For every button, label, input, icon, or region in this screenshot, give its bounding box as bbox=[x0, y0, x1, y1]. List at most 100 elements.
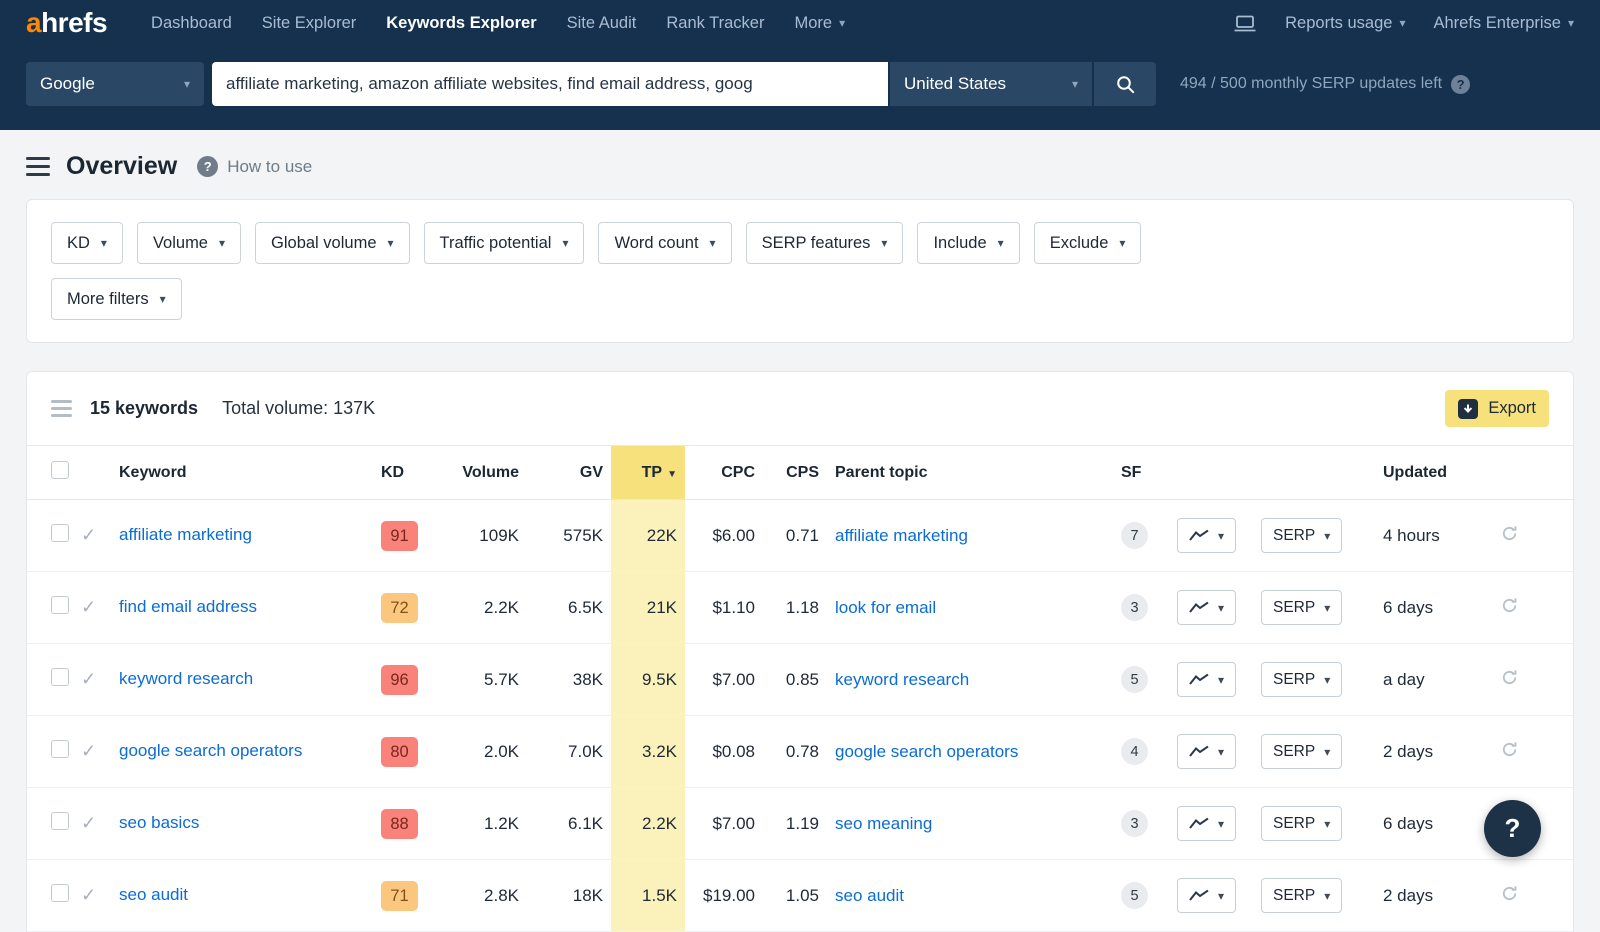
keyword-link[interactable]: affiliate marketing bbox=[119, 524, 252, 547]
nav-item-site-explorer[interactable]: Site Explorer bbox=[262, 14, 356, 33]
cps-cell: 0.78 bbox=[763, 716, 827, 788]
refresh-cell bbox=[1493, 500, 1573, 572]
cpc-cell: $1.10 bbox=[685, 572, 763, 644]
keyword-row: ✓ affiliate marketing 91 109K 575K 22K $… bbox=[27, 500, 1573, 572]
nav-item-rank-tracker[interactable]: Rank Tracker bbox=[666, 14, 764, 33]
position-history-button[interactable]: ▾ bbox=[1177, 590, 1236, 625]
help-icon[interactable]: ? bbox=[1451, 75, 1470, 94]
refresh-icon[interactable] bbox=[1501, 525, 1518, 542]
row-checkbox[interactable] bbox=[51, 884, 69, 902]
row-select-cell bbox=[27, 860, 73, 932]
filter-volume[interactable]: Volume▾ bbox=[137, 222, 241, 264]
filter-exclude[interactable]: Exclude▾ bbox=[1034, 222, 1142, 264]
refresh-cell bbox=[1493, 716, 1573, 788]
col-tp-sort[interactable]: TP▼ bbox=[611, 446, 685, 500]
top-header: ahrefs Dashboard Site Explorer Keywords Ex… bbox=[0, 0, 1600, 130]
sf-cell: 5 bbox=[1113, 644, 1169, 716]
nav-item-site-audit[interactable]: Site Audit bbox=[567, 14, 637, 33]
refresh-icon[interactable] bbox=[1501, 741, 1518, 758]
filters-row-2: More filters▾ bbox=[51, 278, 1549, 320]
refresh-icon[interactable] bbox=[1501, 669, 1518, 686]
help-fab-button[interactable]: ? bbox=[1484, 800, 1541, 857]
chevron-down-icon: ▾ bbox=[1218, 673, 1224, 687]
kd-badge: 72 bbox=[381, 593, 418, 623]
sf-cell: 7 bbox=[1113, 500, 1169, 572]
position-history-button[interactable]: ▾ bbox=[1177, 878, 1236, 913]
serp-button[interactable]: SERP ▾ bbox=[1261, 590, 1342, 625]
parent-topic-cell: seo meaning bbox=[827, 788, 1113, 860]
serp-button[interactable]: SERP ▾ bbox=[1261, 662, 1342, 697]
col-kd: KD bbox=[373, 446, 435, 500]
filter-global-volume[interactable]: Global volume▾ bbox=[255, 222, 410, 264]
chart-cell: ▾ bbox=[1169, 860, 1253, 932]
country-select[interactable]: United States▾ bbox=[890, 62, 1092, 106]
page-head: Overview ? How to use bbox=[26, 130, 1574, 199]
keyword-link[interactable]: seo basics bbox=[119, 812, 199, 835]
chevron-down-icon: ▾ bbox=[1218, 529, 1224, 543]
search-button[interactable] bbox=[1094, 62, 1156, 106]
serp-cell: SERP ▾ bbox=[1253, 500, 1375, 572]
nav-ahrefs-enterprise[interactable]: Ahrefs Enterprise▾ bbox=[1433, 14, 1574, 33]
row-checkbox[interactable] bbox=[51, 524, 69, 542]
chart-cell: ▾ bbox=[1169, 500, 1253, 572]
filter-kd[interactable]: KD▾ bbox=[51, 222, 123, 264]
keyword-link[interactable]: find email address bbox=[119, 596, 257, 619]
refresh-icon[interactable] bbox=[1501, 885, 1518, 902]
serp-label: SERP bbox=[1273, 887, 1315, 905]
serp-button[interactable]: SERP ▾ bbox=[1261, 806, 1342, 841]
nav-item-more[interactable]: More▾ bbox=[794, 14, 845, 33]
filter-word-count[interactable]: Word count▾ bbox=[598, 222, 731, 264]
filter-serp-features[interactable]: SERP features▾ bbox=[746, 222, 904, 264]
page-title: Overview bbox=[66, 152, 177, 181]
export-button[interactable]: Export bbox=[1445, 390, 1549, 427]
serp-button[interactable]: SERP ▾ bbox=[1261, 878, 1342, 913]
keywords-input[interactable] bbox=[212, 62, 888, 106]
col-sf: SF bbox=[1113, 446, 1169, 500]
filter-traffic-potential[interactable]: Traffic potential▾ bbox=[424, 222, 585, 264]
check-icon: ✓ bbox=[81, 669, 96, 689]
keyword-link[interactable]: google search operators bbox=[119, 740, 302, 763]
chart-cell: ▾ bbox=[1169, 644, 1253, 716]
position-history-button[interactable]: ▾ bbox=[1177, 518, 1236, 553]
nav-reports-usage[interactable]: Reports usage▾ bbox=[1285, 14, 1405, 33]
parent-topic-link[interactable]: seo audit bbox=[835, 886, 904, 905]
sort-desc-icon: ▼ bbox=[667, 469, 677, 480]
keyword-cell: seo basics bbox=[111, 788, 373, 860]
row-checkbox[interactable] bbox=[51, 668, 69, 686]
position-history-button[interactable]: ▾ bbox=[1177, 734, 1236, 769]
row-select-cell bbox=[27, 500, 73, 572]
row-checkbox[interactable] bbox=[51, 740, 69, 758]
search-engine-select[interactable]: Google▾ bbox=[26, 62, 204, 106]
monitor-icon[interactable] bbox=[1233, 14, 1257, 33]
keyword-link[interactable]: seo audit bbox=[119, 884, 188, 907]
refresh-icon[interactable] bbox=[1501, 597, 1518, 614]
position-history-button[interactable]: ▾ bbox=[1177, 806, 1236, 841]
parent-topic-link[interactable]: seo meaning bbox=[835, 814, 932, 833]
filter-more-filters[interactable]: More filters▾ bbox=[51, 278, 182, 320]
refresh-cell bbox=[1493, 860, 1573, 932]
results-header: 15 keywords Total volume: 137K Export bbox=[27, 372, 1573, 446]
parent-topic-link[interactable]: affiliate marketing bbox=[835, 526, 968, 545]
serp-button[interactable]: SERP ▾ bbox=[1261, 734, 1342, 769]
tp-cell: 1.5K bbox=[611, 860, 685, 932]
parent-topic-link[interactable]: google search operators bbox=[835, 742, 1018, 761]
cpc-cell: $6.00 bbox=[685, 500, 763, 572]
serp-button[interactable]: SERP ▾ bbox=[1261, 518, 1342, 553]
list-icon[interactable] bbox=[51, 400, 72, 417]
row-checkbox[interactable] bbox=[51, 812, 69, 830]
nav-item-dashboard[interactable]: Dashboard bbox=[151, 14, 232, 33]
nav-item-keywords-explorer[interactable]: Keywords Explorer bbox=[386, 14, 536, 33]
select-all-checkbox[interactable] bbox=[51, 461, 69, 479]
sf-cell: 5 bbox=[1113, 860, 1169, 932]
parent-topic-link[interactable]: look for email bbox=[835, 598, 936, 617]
menu-icon[interactable] bbox=[26, 155, 50, 178]
position-history-button[interactable]: ▾ bbox=[1177, 662, 1236, 697]
serp-cell: SERP ▾ bbox=[1253, 860, 1375, 932]
parent-topic-link[interactable]: keyword research bbox=[835, 670, 969, 689]
how-to-use-link[interactable]: ? How to use bbox=[197, 156, 312, 177]
check-icon: ✓ bbox=[81, 597, 96, 617]
row-checkbox[interactable] bbox=[51, 596, 69, 614]
keyword-link[interactable]: keyword research bbox=[119, 668, 253, 691]
ahrefs-logo[interactable]: ahrefs bbox=[26, 7, 107, 39]
filter-include[interactable]: Include▾ bbox=[917, 222, 1019, 264]
